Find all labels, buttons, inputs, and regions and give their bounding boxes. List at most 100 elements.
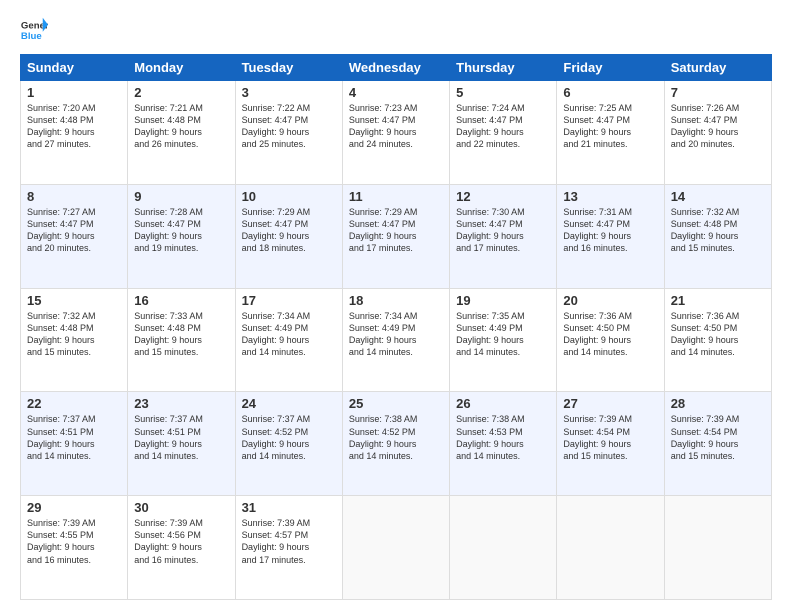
day-cell: 13 Sunrise: 7:31 AM Sunset: 4:47 PM Dayl… [557,184,664,288]
day-cell: 11 Sunrise: 7:29 AM Sunset: 4:47 PM Dayl… [342,184,449,288]
day-cell: 23 Sunrise: 7:37 AM Sunset: 4:51 PM Dayl… [128,392,235,496]
day-number: 10 [242,189,336,204]
logo-icon: General Blue [20,16,48,44]
day-cell: 31 Sunrise: 7:39 AM Sunset: 4:57 PM Dayl… [235,496,342,600]
week-row-1: 1 Sunrise: 7:20 AM Sunset: 4:48 PM Dayli… [21,81,772,185]
day-cell: 5 Sunrise: 7:24 AM Sunset: 4:47 PM Dayli… [450,81,557,185]
day-info: Sunrise: 7:25 AM Sunset: 4:47 PM Dayligh… [563,102,657,151]
logo: General Blue [20,16,52,44]
day-cell: 21 Sunrise: 7:36 AM Sunset: 4:50 PM Dayl… [664,288,771,392]
page: General Blue Sunday Monday Tuesday Wedne… [0,0,792,612]
day-number: 5 [456,85,550,100]
day-info: Sunrise: 7:39 AM Sunset: 4:56 PM Dayligh… [134,517,228,566]
day-info: Sunrise: 7:31 AM Sunset: 4:47 PM Dayligh… [563,206,657,255]
day-info: Sunrise: 7:28 AM Sunset: 4:47 PM Dayligh… [134,206,228,255]
day-number: 24 [242,396,336,411]
day-cell: 9 Sunrise: 7:28 AM Sunset: 4:47 PM Dayli… [128,184,235,288]
day-number: 9 [134,189,228,204]
day-info: Sunrise: 7:38 AM Sunset: 4:52 PM Dayligh… [349,413,443,462]
day-number: 15 [27,293,121,308]
day-cell: 8 Sunrise: 7:27 AM Sunset: 4:47 PM Dayli… [21,184,128,288]
day-number: 6 [563,85,657,100]
day-info: Sunrise: 7:21 AM Sunset: 4:48 PM Dayligh… [134,102,228,151]
day-cell: 26 Sunrise: 7:38 AM Sunset: 4:53 PM Dayl… [450,392,557,496]
day-info: Sunrise: 7:37 AM Sunset: 4:52 PM Dayligh… [242,413,336,462]
day-cell: 17 Sunrise: 7:34 AM Sunset: 4:49 PM Dayl… [235,288,342,392]
day-info: Sunrise: 7:27 AM Sunset: 4:47 PM Dayligh… [27,206,121,255]
day-info: Sunrise: 7:39 AM Sunset: 4:54 PM Dayligh… [671,413,765,462]
day-cell: 2 Sunrise: 7:21 AM Sunset: 4:48 PM Dayli… [128,81,235,185]
day-number: 8 [27,189,121,204]
day-info: Sunrise: 7:33 AM Sunset: 4:48 PM Dayligh… [134,310,228,359]
day-cell: 25 Sunrise: 7:38 AM Sunset: 4:52 PM Dayl… [342,392,449,496]
day-cell [557,496,664,600]
header-tuesday: Tuesday [235,55,342,81]
week-row-5: 29 Sunrise: 7:39 AM Sunset: 4:55 PM Dayl… [21,496,772,600]
day-info: Sunrise: 7:36 AM Sunset: 4:50 PM Dayligh… [563,310,657,359]
day-info: Sunrise: 7:35 AM Sunset: 4:49 PM Dayligh… [456,310,550,359]
day-info: Sunrise: 7:26 AM Sunset: 4:47 PM Dayligh… [671,102,765,151]
day-number: 19 [456,293,550,308]
day-info: Sunrise: 7:29 AM Sunset: 4:47 PM Dayligh… [349,206,443,255]
day-number: 23 [134,396,228,411]
day-info: Sunrise: 7:37 AM Sunset: 4:51 PM Dayligh… [27,413,121,462]
day-number: 16 [134,293,228,308]
day-cell: 10 Sunrise: 7:29 AM Sunset: 4:47 PM Dayl… [235,184,342,288]
day-info: Sunrise: 7:38 AM Sunset: 4:53 PM Dayligh… [456,413,550,462]
day-number: 13 [563,189,657,204]
day-cell [664,496,771,600]
day-number: 30 [134,500,228,515]
day-number: 17 [242,293,336,308]
header-wednesday: Wednesday [342,55,449,81]
day-info: Sunrise: 7:22 AM Sunset: 4:47 PM Dayligh… [242,102,336,151]
day-info: Sunrise: 7:34 AM Sunset: 4:49 PM Dayligh… [349,310,443,359]
header-sunday: Sunday [21,55,128,81]
day-cell [342,496,449,600]
day-info: Sunrise: 7:30 AM Sunset: 4:47 PM Dayligh… [456,206,550,255]
day-cell: 7 Sunrise: 7:26 AM Sunset: 4:47 PM Dayli… [664,81,771,185]
day-cell: 20 Sunrise: 7:36 AM Sunset: 4:50 PM Dayl… [557,288,664,392]
calendar-body: 1 Sunrise: 7:20 AM Sunset: 4:48 PM Dayli… [21,81,772,600]
day-cell: 15 Sunrise: 7:32 AM Sunset: 4:48 PM Dayl… [21,288,128,392]
header-friday: Friday [557,55,664,81]
header: General Blue [20,16,772,44]
day-info: Sunrise: 7:37 AM Sunset: 4:51 PM Dayligh… [134,413,228,462]
day-cell: 1 Sunrise: 7:20 AM Sunset: 4:48 PM Dayli… [21,81,128,185]
week-row-3: 15 Sunrise: 7:32 AM Sunset: 4:48 PM Dayl… [21,288,772,392]
day-cell: 4 Sunrise: 7:23 AM Sunset: 4:47 PM Dayli… [342,81,449,185]
day-number: 18 [349,293,443,308]
day-number: 29 [27,500,121,515]
day-number: 26 [456,396,550,411]
weekday-header-row: Sunday Monday Tuesday Wednesday Thursday… [21,55,772,81]
day-number: 11 [349,189,443,204]
day-number: 22 [27,396,121,411]
day-cell: 16 Sunrise: 7:33 AM Sunset: 4:48 PM Dayl… [128,288,235,392]
day-cell [450,496,557,600]
day-cell: 29 Sunrise: 7:39 AM Sunset: 4:55 PM Dayl… [21,496,128,600]
week-row-2: 8 Sunrise: 7:27 AM Sunset: 4:47 PM Dayli… [21,184,772,288]
day-cell: 19 Sunrise: 7:35 AM Sunset: 4:49 PM Dayl… [450,288,557,392]
day-cell: 30 Sunrise: 7:39 AM Sunset: 4:56 PM Dayl… [128,496,235,600]
day-cell: 12 Sunrise: 7:30 AM Sunset: 4:47 PM Dayl… [450,184,557,288]
day-cell: 27 Sunrise: 7:39 AM Sunset: 4:54 PM Dayl… [557,392,664,496]
day-info: Sunrise: 7:32 AM Sunset: 4:48 PM Dayligh… [27,310,121,359]
day-number: 21 [671,293,765,308]
day-number: 1 [27,85,121,100]
day-info: Sunrise: 7:39 AM Sunset: 4:55 PM Dayligh… [27,517,121,566]
day-info: Sunrise: 7:39 AM Sunset: 4:54 PM Dayligh… [563,413,657,462]
day-cell: 6 Sunrise: 7:25 AM Sunset: 4:47 PM Dayli… [557,81,664,185]
day-info: Sunrise: 7:20 AM Sunset: 4:48 PM Dayligh… [27,102,121,151]
day-number: 28 [671,396,765,411]
day-number: 4 [349,85,443,100]
day-number: 20 [563,293,657,308]
day-number: 25 [349,396,443,411]
day-cell: 22 Sunrise: 7:37 AM Sunset: 4:51 PM Dayl… [21,392,128,496]
day-cell: 24 Sunrise: 7:37 AM Sunset: 4:52 PM Dayl… [235,392,342,496]
day-info: Sunrise: 7:36 AM Sunset: 4:50 PM Dayligh… [671,310,765,359]
day-cell: 18 Sunrise: 7:34 AM Sunset: 4:49 PM Dayl… [342,288,449,392]
day-cell: 14 Sunrise: 7:32 AM Sunset: 4:48 PM Dayl… [664,184,771,288]
day-info: Sunrise: 7:34 AM Sunset: 4:49 PM Dayligh… [242,310,336,359]
day-info: Sunrise: 7:23 AM Sunset: 4:47 PM Dayligh… [349,102,443,151]
day-info: Sunrise: 7:32 AM Sunset: 4:48 PM Dayligh… [671,206,765,255]
day-number: 2 [134,85,228,100]
